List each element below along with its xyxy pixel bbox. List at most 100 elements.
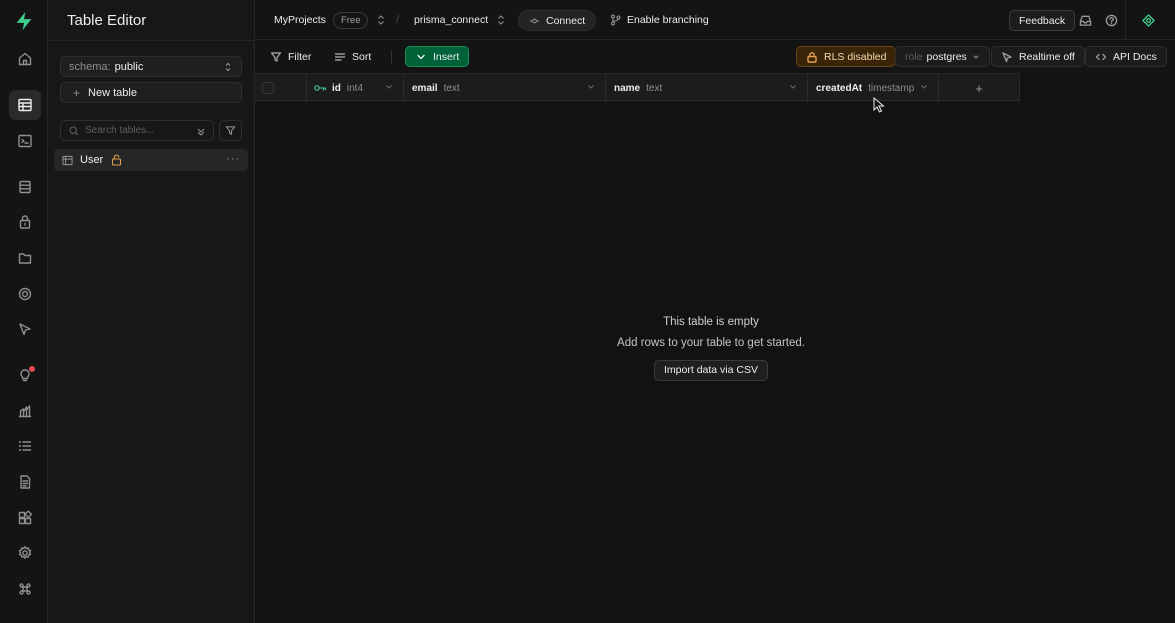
- column-name: createdAt: [816, 82, 863, 94]
- column-name: name: [614, 82, 641, 94]
- assistant-icon[interactable]: [1140, 12, 1156, 28]
- connect-button[interactable]: Connect: [518, 10, 597, 31]
- filter-label: Filter: [288, 50, 312, 63]
- supabase-logo-icon[interactable]: [13, 10, 35, 32]
- org-name: MyProjects: [274, 14, 326, 26]
- chevron-down-icon[interactable]: [385, 83, 393, 91]
- chevron-down-icon[interactable]: [587, 83, 595, 91]
- project-selector[interactable]: prisma_connect: [414, 0, 505, 40]
- plan-badge: Free: [332, 11, 369, 29]
- toolbar-divider: [391, 50, 392, 64]
- git-branch-icon: [611, 14, 621, 26]
- chevron-down-icon: [973, 55, 979, 58]
- realtime-icon[interactable]: [9, 314, 41, 344]
- page-title: Table Editor: [67, 12, 147, 29]
- icon-rail: [0, 0, 48, 623]
- role-prefix: role: [905, 50, 923, 63]
- sort-button[interactable]: Sort: [334, 46, 371, 67]
- feedback-label: Feedback: [1019, 14, 1066, 27]
- column-header-id[interactable]: id int4: [307, 74, 404, 102]
- reports-icon[interactable]: [9, 396, 41, 426]
- rls-label: RLS disabled: [824, 50, 887, 63]
- role-value: postgres: [926, 50, 967, 63]
- filter-icon: [225, 126, 236, 135]
- realtime-button[interactable]: Realtime off: [991, 46, 1085, 67]
- table-editor-sidebar: Table Editor schema: public + New table …: [48, 0, 255, 623]
- primary-key-icon: [314, 85, 327, 91]
- grid-toolbar: Filter Sort Insert RLS disabled role pos…: [255, 41, 1175, 73]
- column-header-name[interactable]: name text: [606, 74, 808, 102]
- storage-icon[interactable]: [9, 243, 41, 273]
- chevron-down-icon[interactable]: [789, 83, 797, 91]
- advisors-icon[interactable]: [9, 360, 41, 390]
- mouse-cursor-icon: [873, 97, 885, 113]
- settings-icon[interactable]: [9, 538, 41, 568]
- help-icon[interactable]: [1103, 12, 1119, 28]
- filter-icon: [270, 51, 282, 62]
- org-selector[interactable]: MyProjects Free: [274, 0, 385, 40]
- column-name: email: [412, 82, 438, 94]
- table-list-item[interactable]: User ···: [54, 149, 248, 171]
- logs-icon[interactable]: [9, 431, 41, 461]
- api-docs-button[interactable]: API Docs: [1085, 46, 1167, 67]
- add-column-button[interactable]: +: [939, 74, 1020, 102]
- authentication-icon[interactable]: [9, 207, 41, 237]
- search-tables-field[interactable]: [60, 120, 214, 141]
- connect-label: Connect: [546, 14, 586, 27]
- insert-button[interactable]: Insert: [405, 46, 470, 67]
- chevron-down-icon: [417, 54, 425, 59]
- column-header-email[interactable]: email text: [404, 74, 606, 102]
- column-type: int4: [346, 82, 364, 94]
- api-docs-icon[interactable]: [9, 467, 41, 497]
- code-icon: [1095, 53, 1107, 60]
- chevron-down-icon[interactable]: [920, 83, 928, 91]
- filter-button[interactable]: Filter: [270, 46, 311, 67]
- new-table-button[interactable]: + New table: [60, 82, 242, 103]
- feedback-button[interactable]: Feedback: [1009, 10, 1076, 31]
- schema-value: public: [114, 60, 144, 73]
- select-all-checkbox[interactable]: [262, 82, 274, 94]
- more-options-icon[interactable]: ···: [226, 153, 240, 165]
- unlocked-icon: [807, 51, 817, 63]
- sort-icon: [334, 52, 346, 61]
- empty-state: This table is empty Add rows to your tab…: [255, 316, 1167, 381]
- empty-subtitle: Add rows to your table to get started.: [617, 337, 805, 349]
- header-divider: [1125, 0, 1126, 40]
- rls-disabled-button[interactable]: RLS disabled: [796, 46, 897, 67]
- database-icon[interactable]: [9, 172, 41, 202]
- column-type: text: [443, 82, 460, 94]
- project-name: prisma_connect: [414, 14, 489, 26]
- enable-branching-button[interactable]: Enable branching: [610, 0, 709, 40]
- plug-icon: [529, 18, 540, 23]
- breadcrumb-separator: /: [396, 14, 400, 26]
- new-table-label: New table: [88, 86, 137, 99]
- edge-functions-icon[interactable]: [9, 279, 41, 309]
- table-editor-icon[interactable]: [9, 90, 41, 120]
- api-docs-label: API Docs: [1113, 50, 1157, 63]
- chevrons-up-down-icon: [378, 15, 385, 25]
- top-header: MyProjects Free / prisma_connect Connect…: [255, 0, 1175, 40]
- notification-dot: [29, 366, 35, 372]
- insert-label: Insert: [433, 50, 460, 63]
- home-icon[interactable]: [9, 44, 41, 74]
- role-selector[interactable]: role postgres: [895, 46, 990, 67]
- inbox-icon[interactable]: [1077, 12, 1093, 28]
- schema-prefix: schema:: [69, 60, 111, 73]
- sql-editor-icon[interactable]: [9, 126, 41, 156]
- table-name: User: [80, 154, 104, 166]
- select-all-cell: [255, 74, 307, 102]
- schema-selector[interactable]: schema: public: [60, 56, 242, 77]
- realtime-label: Realtime off: [1019, 50, 1075, 63]
- command-menu-icon[interactable]: [9, 574, 41, 604]
- column-name: id: [332, 82, 341, 94]
- enable-branching-label: Enable branching: [627, 14, 709, 26]
- chevron-down-icon[interactable]: [196, 126, 206, 136]
- filter-tables-button[interactable]: [219, 120, 242, 141]
- integrations-icon[interactable]: [9, 503, 41, 533]
- search-tables-input[interactable]: [85, 125, 195, 136]
- column-type: timestamp: [868, 82, 915, 94]
- empty-title: This table is empty: [663, 316, 759, 328]
- realtime-icon: [1002, 51, 1012, 62]
- import-csv-button[interactable]: Import data via CSV: [654, 360, 768, 381]
- chevrons-up-down-icon: [225, 62, 231, 72]
